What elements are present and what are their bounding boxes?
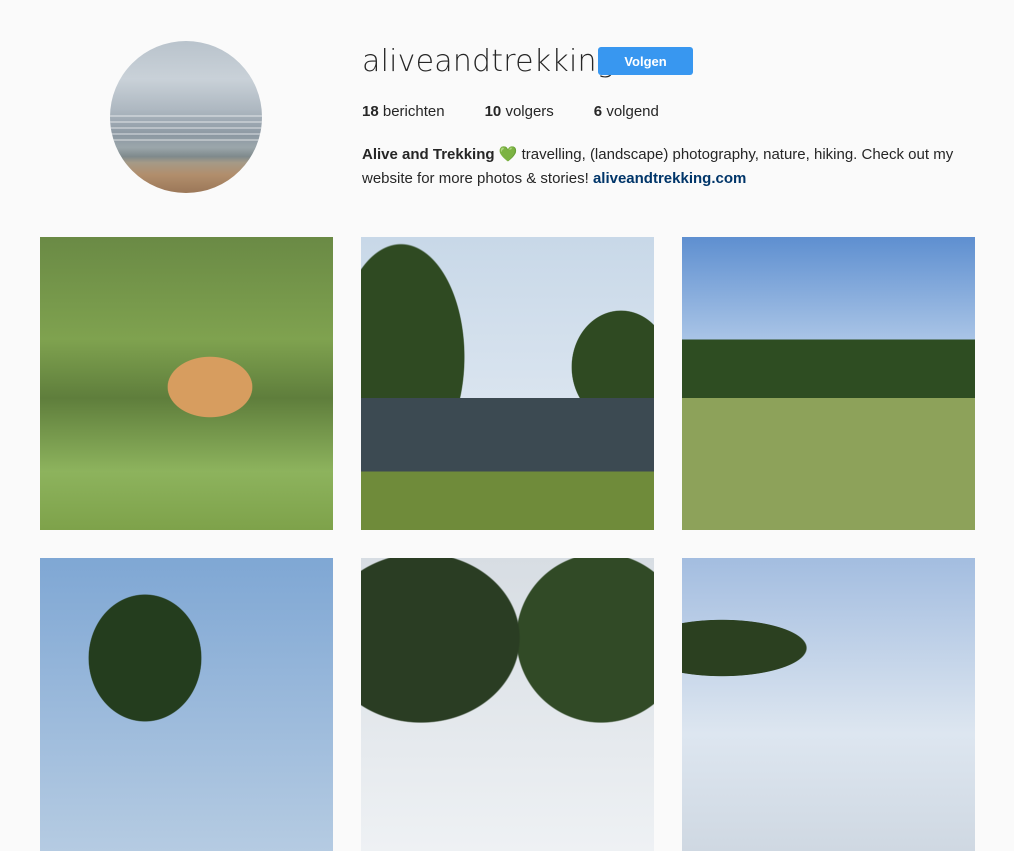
stat-following-label: volgend bbox=[606, 103, 659, 120]
post-thumbnail[interactable] bbox=[40, 558, 333, 851]
stat-followers-label: volgers bbox=[505, 103, 554, 120]
post-thumbnail[interactable] bbox=[361, 558, 654, 851]
profile-avatar[interactable] bbox=[110, 41, 262, 193]
stat-followers[interactable]: 10 volgers bbox=[485, 102, 554, 122]
post-thumbnail[interactable] bbox=[682, 237, 975, 530]
heart-icon: 💚 bbox=[498, 146, 518, 163]
avatar-sea-waves bbox=[110, 115, 262, 145]
bio-website-link[interactable]: aliveandtrekking.com bbox=[593, 170, 746, 187]
stat-posts: 18 berichten bbox=[362, 102, 445, 122]
profile-stats: 18 berichten 10 volgers 6 volgend bbox=[362, 102, 699, 122]
profile-bio: Alive and Trekking 💚 travelling, (landsc… bbox=[362, 143, 972, 191]
profile-username: aliveandtrekking bbox=[362, 44, 615, 79]
stat-following[interactable]: 6 volgend bbox=[594, 102, 659, 122]
stat-following-count: 6 bbox=[593, 103, 603, 120]
follow-button[interactable]: Volgen bbox=[598, 47, 693, 75]
post-thumbnail[interactable] bbox=[361, 237, 654, 530]
stat-posts-count: 18 bbox=[362, 103, 379, 120]
stat-followers-count: 10 bbox=[484, 103, 502, 120]
bio-name: Alive and Trekking bbox=[362, 146, 495, 163]
stat-posts-label: berichten bbox=[382, 103, 445, 120]
post-thumbnail[interactable] bbox=[682, 558, 975, 851]
post-thumbnail[interactable] bbox=[40, 237, 333, 530]
